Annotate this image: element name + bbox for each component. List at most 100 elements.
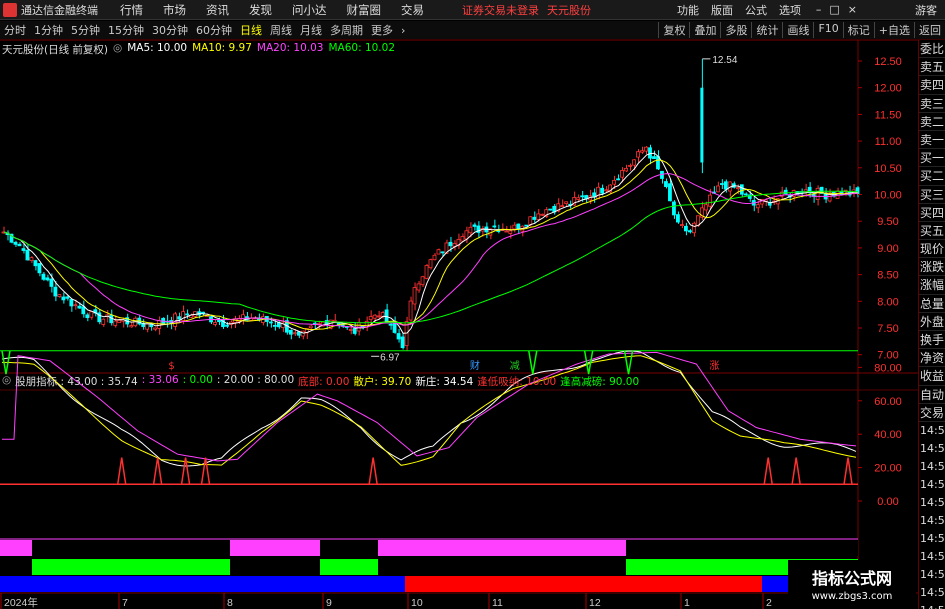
menu-wealth-circle[interactable]: 财富圈 [347, 2, 382, 18]
side-panel-item[interactable]: 自动 [919, 386, 945, 404]
candle-up [308, 325, 313, 329]
period-more[interactable]: 更多 [371, 22, 393, 38]
app-logo-icon [3, 2, 17, 17]
side-panel-item[interactable]: 买四 [919, 204, 945, 222]
menu-options[interactable]: 选项 [779, 2, 801, 18]
side-panel-item[interactable]: 总量 [919, 295, 945, 313]
candle-down [739, 184, 744, 195]
price-axis-label: 9.50 [877, 216, 898, 228]
legend-ma20: MA20: 10.03 [256, 42, 324, 54]
candle-up [512, 224, 517, 230]
buy-signal-spike [843, 457, 853, 485]
period-multi[interactable]: 多周期 [330, 22, 363, 38]
menu-trade[interactable]: 交易 [401, 2, 424, 18]
period-1min[interactable]: 1分钟 [34, 22, 63, 38]
period-15min[interactable]: 15分钟 [108, 22, 144, 38]
side-panel-item[interactable]: 交易 [919, 404, 945, 422]
side-panel-item[interactable]: 涨跌 [919, 258, 945, 277]
period-60min[interactable]: 60分钟 [196, 22, 232, 38]
candle-down [53, 286, 58, 297]
sell-signal-dip [528, 350, 538, 375]
side-panel-item[interactable]: 涨幅 [919, 276, 945, 295]
side-panel-item[interactable]: 委比 [919, 40, 945, 59]
candle-up [735, 187, 740, 190]
side-panel-item[interactable]: 收益 [919, 367, 945, 386]
tick-time: 14:56 [920, 477, 945, 491]
candle-down [272, 324, 277, 327]
app-name: 通达信金融终端 [21, 3, 98, 17]
side-panel-item[interactable]: 外盘 [919, 313, 945, 331]
tool-f10[interactable]: F10 [813, 22, 842, 38]
chevron-right-icon[interactable]: › [401, 24, 405, 37]
menu-formula[interactable]: 公式 [745, 2, 767, 18]
tool-statistics[interactable]: 统计 [751, 22, 782, 38]
side-panel-item[interactable]: 买二 [919, 167, 945, 186]
side-panel-item[interactable]: 买五 [919, 222, 945, 241]
candle-down [69, 299, 74, 307]
side-panel-item[interactable]: 卖三 [919, 95, 945, 113]
menu-news[interactable]: 资讯 [206, 2, 229, 18]
candle-down [684, 225, 688, 232]
minimize-icon[interactable]: – [816, 3, 822, 16]
menu-ask[interactable]: 问小达 [292, 2, 327, 18]
kline-chart[interactable]: 12.5012.0011.5011.0010.5010.009.509.008.… [0, 40, 918, 609]
tick-time: 14:56 [920, 567, 945, 581]
event-marker: 财 [470, 359, 480, 372]
period-30min[interactable]: 30分钟 [152, 22, 188, 38]
candle-down [672, 201, 676, 216]
menu-market[interactable]: 市场 [163, 2, 186, 18]
candle-up [129, 325, 134, 328]
period-monthly[interactable]: 月线 [300, 22, 322, 38]
tool-add-watchlist[interactable]: +自选 [873, 22, 914, 38]
candle-down [648, 147, 652, 159]
side-panel-item[interactable]: 现价 [919, 240, 945, 259]
side-panel-item[interactable]: 买一 [919, 149, 945, 168]
period-daily[interactable]: 日线 [240, 22, 262, 38]
period-tick[interactable]: 分时 [4, 22, 26, 38]
indicator-settings-icon[interactable]: ◎ [2, 374, 11, 388]
tool-multi-stock[interactable]: 多股 [720, 22, 751, 38]
candle-up [420, 276, 425, 286]
period-5min[interactable]: 5分钟 [71, 22, 100, 38]
candle-up [452, 243, 457, 247]
side-panel-item[interactable]: 净资 [919, 349, 945, 368]
side-panel-item[interactable]: 卖四 [919, 76, 945, 95]
tool-mark[interactable]: 标记 [842, 22, 874, 38]
side-panel-item[interactable]: 卖五 [919, 58, 945, 77]
ind-legend-item: 股朋指标 : 43.00 : 35.74 [15, 376, 138, 388]
maximize-icon[interactable]: □ [829, 3, 839, 16]
side-panel-item[interactable]: 买三 [919, 186, 945, 204]
x-axis-label: 11 [492, 597, 503, 609]
menu-layout[interactable]: 版面 [711, 2, 733, 18]
side-panel-item[interactable]: 卖一 [919, 131, 945, 150]
period-weekly[interactable]: 周线 [270, 22, 292, 38]
tick-time: 14:56 [920, 459, 945, 473]
candle-up [715, 185, 720, 193]
watermark: 指标公式网 www.zbgs3.com [788, 560, 916, 609]
candle-down [492, 225, 497, 228]
price-axis-label: 9.00 [877, 243, 898, 255]
candle-up [636, 151, 640, 158]
x-axis-label: 10 [411, 597, 423, 609]
menu-discover[interactable]: 发现 [249, 2, 272, 18]
settings-circle-icon[interactable]: ◎ [113, 42, 122, 56]
tool-draw-line[interactable]: 画线 [782, 22, 813, 38]
tool-overlay[interactable]: 叠加 [689, 22, 720, 38]
menu-function[interactable]: 功能 [677, 2, 699, 18]
candle-up [416, 283, 421, 291]
side-panel-item[interactable]: 卖二 [919, 113, 945, 131]
candle-up [632, 159, 636, 166]
login-status[interactable]: 证券交易未登录 [462, 2, 539, 18]
ind-legend-item: 底部: 0.00 [298, 376, 350, 388]
close-icon[interactable]: × [848, 3, 857, 16]
tool-adjust[interactable]: 复权 [658, 22, 689, 38]
tool-back[interactable]: 返回 [914, 22, 945, 38]
signal-bar-segment [0, 559, 32, 575]
side-panel-item[interactable]: 换手 [919, 331, 945, 350]
menu-market-quotes[interactable]: 行情 [120, 2, 143, 18]
guest-label[interactable]: 游客 [915, 2, 937, 18]
candle-up [827, 194, 832, 202]
candle-up [376, 315, 381, 318]
candle-down [81, 306, 86, 315]
legend-stock-title: 天元股份(日线 前复权) [2, 44, 109, 56]
